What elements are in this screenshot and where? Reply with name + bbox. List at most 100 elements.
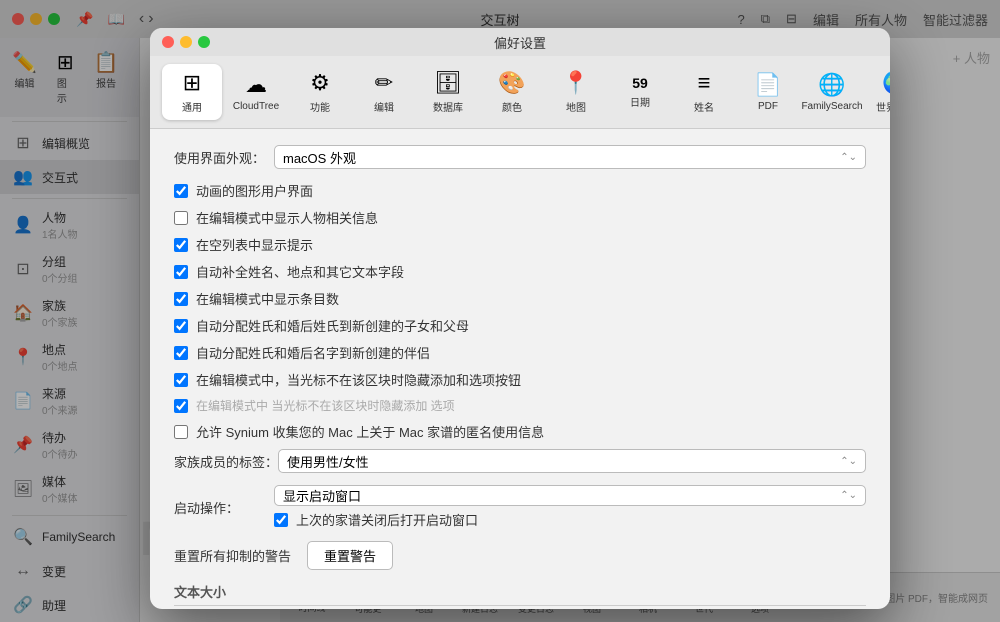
modal-overlay: 偏好设置 ⊞ 通用 ☁ CloudTree ⚙ 功能 ✏ 编辑 🗄 数据库 xyxy=(0,0,1000,622)
show-in-empty-label: 在空列表中显示提示 xyxy=(196,235,313,254)
tab-name[interactable]: ≡ 姓名 xyxy=(674,64,734,120)
prefs-content: 使用界面外观： macOS 外观 ⌃⌄ 动画的图形用户界面 在编辑模式中显示人物… xyxy=(150,129,890,609)
tab-familysearch[interactable]: 🌐 FamilySearch xyxy=(802,66,862,118)
text-size-title: 文本大小 xyxy=(174,582,866,606)
startup-action-select[interactable]: 显示启动窗口 ⌃⌄ xyxy=(274,485,866,506)
member-label-value: 使用男性/女性 xyxy=(287,452,369,471)
name-tab-label: 姓名 xyxy=(694,99,714,114)
ui-appearance-arrow: ⌃⌄ xyxy=(840,152,857,163)
map-tab-icon: 📍 xyxy=(562,70,589,96)
tab-worldhistory[interactable]: 🌍 世界历史 xyxy=(866,64,890,120)
tab-edit[interactable]: ✏ 编辑 xyxy=(354,64,414,120)
checkbox-auto-distribute-spouse: 自动分配姓氏和婚后名字到新创建的伴侣 xyxy=(174,343,866,362)
ui-appearance-select[interactable]: macOS 外观 ⌃⌄ xyxy=(274,145,866,169)
general-tab-label: 通用 xyxy=(182,99,202,114)
prefs-title: 偏好设置 xyxy=(494,33,546,52)
auto-distribute-spouse-label: 自动分配姓氏和婚后名字到新创建的伴侣 xyxy=(196,343,430,362)
familysearch-tab-label: FamilySearch xyxy=(801,101,862,112)
ui-appearance-value: macOS 外观 xyxy=(283,148,356,167)
checkbox-animated-ui: 动画的图形用户界面 xyxy=(174,181,866,200)
hide-buttons-label: 在编辑模式中，当光标不在该区块时隐藏添加和选项按钮 xyxy=(196,370,521,389)
prefs-traffic-lights xyxy=(162,36,210,48)
prefs-dialog: 偏好设置 ⊞ 通用 ☁ CloudTree ⚙ 功能 ✏ 编辑 🗄 数据库 xyxy=(150,28,890,609)
checkbox-auto-distribute-children: 自动分配姓氏和婚后姓氏到新创建的子女和父母 xyxy=(174,316,866,335)
show-photo-label: 在编辑模式中显示人物相关信息 xyxy=(196,208,378,227)
member-label-label: 家族成员的标签： xyxy=(174,452,278,471)
date-tab-icon: 59 xyxy=(632,75,648,91)
date-tab-label: 日期 xyxy=(630,94,650,109)
show-count-checkbox[interactable] xyxy=(174,292,188,306)
tab-function[interactable]: ⚙ 功能 xyxy=(290,64,350,120)
auto-distribute-children-label: 自动分配姓氏和婚后姓氏到新创建的子女和父母 xyxy=(196,316,469,335)
familysearch-tab-icon: 🌐 xyxy=(818,72,845,98)
name-tab-icon: ≡ xyxy=(698,70,711,96)
prefs-tab-bar: ⊞ 通用 ☁ CloudTree ⚙ 功能 ✏ 编辑 🗄 数据库 🎨 颜色 xyxy=(150,56,890,129)
reset-warnings-row: 重置所有抑制的警告 重置警告 xyxy=(174,541,866,570)
tab-map[interactable]: 📍 地图 xyxy=(546,64,606,120)
member-label-row: 家族成员的标签： 使用男性/女性 ⌃⌄ xyxy=(174,449,866,473)
tab-color[interactable]: 🎨 颜色 xyxy=(482,64,542,120)
animated-ui-checkbox[interactable] xyxy=(174,184,188,198)
pdf-tab-label: PDF xyxy=(758,101,778,112)
hide-buttons-checkbox[interactable] xyxy=(174,373,188,387)
allow-synium-label: 允许 Synium 收集您的 Mac 上关于 Mac 家谱的匿名使用信息 xyxy=(196,422,544,441)
show-startup-checkbox[interactable] xyxy=(274,513,288,527)
prefs-close-button[interactable] xyxy=(162,36,174,48)
worldhistory-tab-icon: 🌍 xyxy=(882,70,890,96)
checkbox-show-photo: 在编辑模式中显示人物相关信息 xyxy=(174,208,866,227)
member-label-arrow: ⌃⌄ xyxy=(840,456,857,467)
cloudtree-tab-icon: ☁ xyxy=(245,72,267,98)
auto-distribute-children-checkbox[interactable] xyxy=(174,319,188,333)
edit-tab-label: 编辑 xyxy=(374,99,394,114)
checkbox-show-in-empty: 在空列表中显示提示 xyxy=(174,235,866,254)
function-tab-icon: ⚙ xyxy=(310,70,330,96)
ui-appearance-label: 使用界面外观： xyxy=(174,148,274,167)
show-count-label: 在编辑模式中显示条目数 xyxy=(196,289,339,308)
reset-warnings-button[interactable]: 重置警告 xyxy=(307,541,393,570)
worldhistory-tab-label: 世界历史 xyxy=(876,99,890,114)
show-in-empty-checkbox[interactable] xyxy=(174,238,188,252)
show-startup-row: 上次的家谱关闭后打开启动窗口 xyxy=(274,510,866,529)
prefs-title-bar: 偏好设置 xyxy=(150,28,890,56)
function-tab-label: 功能 xyxy=(310,99,330,114)
unknown-1-label: 在编辑模式中 当光标不在该区块时隐藏添加 选项 xyxy=(196,397,455,414)
show-photo-checkbox[interactable] xyxy=(174,211,188,225)
checkbox-unknown-1: 在编辑模式中 当光标不在该区块时隐藏添加 选项 xyxy=(174,397,866,414)
edit-tab-icon: ✏ xyxy=(375,70,393,96)
unknown-1-checkbox[interactable] xyxy=(174,399,188,413)
database-tab-icon: 🗄 xyxy=(434,70,462,96)
text-size-section: 文本大小 编辑模式中文本大小： 普通 ⌃⌄ 交互树编辑区块的文本大小： 小 ⌃⌄ xyxy=(174,582,866,609)
startup-action-label: 启动操作： xyxy=(174,498,274,517)
checkbox-allow-synium: 允许 Synium 收集您的 Mac 上关于 Mac 家谱的匿名使用信息 xyxy=(174,422,866,441)
tab-pdf[interactable]: 📄 PDF xyxy=(738,66,798,118)
show-startup-label: 上次的家谱关闭后打开启动窗口 xyxy=(296,510,478,529)
checkbox-hide-buttons: 在编辑模式中，当光标不在该区块时隐藏添加和选项按钮 xyxy=(174,370,866,389)
auto-complete-label: 自动补全姓名、地点和其它文本字段 xyxy=(196,262,404,281)
color-tab-label: 颜色 xyxy=(502,99,522,114)
reset-warnings-label: 重置所有抑制的警告 xyxy=(174,546,291,565)
prefs-maximize-button[interactable] xyxy=(198,36,210,48)
checkbox-show-count: 在编辑模式中显示条目数 xyxy=(174,289,866,308)
map-tab-label: 地图 xyxy=(566,99,586,114)
tab-general[interactable]: ⊞ 通用 xyxy=(162,64,222,120)
member-label-select[interactable]: 使用男性/女性 ⌃⌄ xyxy=(278,449,866,473)
startup-action-container: 显示启动窗口 ⌃⌄ 上次的家谱关闭后打开启动窗口 xyxy=(274,485,866,529)
auto-distribute-spouse-checkbox[interactable] xyxy=(174,346,188,360)
checkbox-auto-complete: 自动补全姓名、地点和其它文本字段 xyxy=(174,262,866,281)
general-tab-icon: ⊞ xyxy=(183,70,201,96)
color-tab-icon: 🎨 xyxy=(498,70,525,96)
tab-date[interactable]: 59 日期 xyxy=(610,69,670,115)
animated-ui-label: 动画的图形用户界面 xyxy=(196,181,313,200)
database-tab-label: 数据库 xyxy=(433,99,463,114)
cloudtree-tab-label: CloudTree xyxy=(233,101,279,112)
allow-synium-checkbox[interactable] xyxy=(174,425,188,439)
startup-action-row: 启动操作： 显示启动窗口 ⌃⌄ 上次的家谱关闭后打开启动窗口 xyxy=(174,485,866,529)
tab-cloudtree[interactable]: ☁ CloudTree xyxy=(226,66,286,118)
prefs-minimize-button[interactable] xyxy=(180,36,192,48)
ui-appearance-row: 使用界面外观： macOS 外观 ⌃⌄ xyxy=(174,145,866,169)
startup-action-arrow: ⌃⌄ xyxy=(840,490,857,501)
startup-action-value: 显示启动窗口 xyxy=(283,486,361,505)
tab-database[interactable]: 🗄 数据库 xyxy=(418,64,478,120)
pdf-tab-icon: 📄 xyxy=(754,72,781,98)
auto-complete-checkbox[interactable] xyxy=(174,265,188,279)
